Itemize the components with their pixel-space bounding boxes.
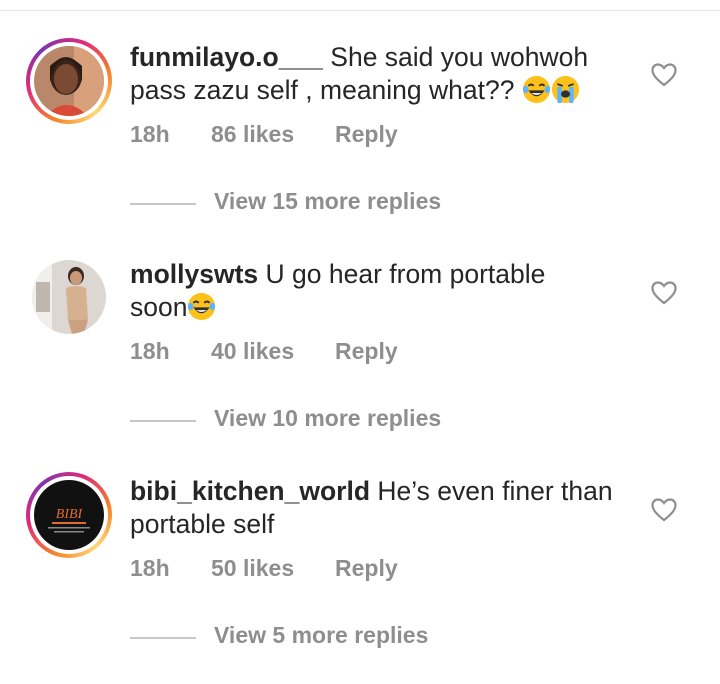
view-replies[interactable]: View 15 more replies [130,188,550,218]
comment-username[interactable]: mollyswts [130,259,258,289]
avatar-story-ring[interactable]: BIBI [26,472,112,558]
comment-body-line2: portable self [130,509,275,539]
avatar-story-ring[interactable] [26,38,112,124]
comment-body-line1: She said you wohwoh [330,42,589,72]
comment-body-line1: U go hear from portable [265,259,546,289]
replies-divider-line [130,420,196,422]
comment-text: mollyswts U go hear from portable soon [130,258,630,324]
comment-text: funmilayo.o___ She said you wohwoh pass … [130,41,630,107]
likes-count[interactable]: 50 likes [211,555,294,582]
view-more-replies-button[interactable]: View 15 more replies [214,188,441,215]
comment-body-line2: soon [130,292,188,322]
comment-username[interactable]: bibi_kitchen_world [130,476,370,506]
replies-divider-line [130,203,196,205]
crying-emoji-icon [551,75,579,104]
top-divider [0,10,720,11]
comment-text: bibi_kitchen_world He’s even finer than … [130,475,630,541]
replies-divider-line [130,637,196,639]
like-heart-icon[interactable] [651,281,677,305]
avatar[interactable] [32,260,106,334]
like-heart-icon[interactable] [651,498,677,522]
reply-button[interactable]: Reply [335,338,398,365]
comment-username[interactable]: funmilayo.o___ [130,42,323,72]
avatar-logo-text: BIBI [56,507,84,522]
reply-button[interactable]: Reply [335,121,398,148]
laughing-emoji-icon [188,292,216,321]
comment-timestamp: 18h [130,121,170,147]
view-more-replies-button[interactable]: View 10 more replies [214,405,441,432]
avatar[interactable]: BIBI [34,480,104,550]
comment-body-line2: pass zazu self , meaning what?? [130,75,522,105]
avatar[interactable] [34,46,104,116]
view-replies[interactable]: View 10 more replies [130,405,550,435]
reply-button[interactable]: Reply [335,555,398,582]
comment-body-line1: He’s even finer than [377,476,613,506]
view-more-replies-button[interactable]: View 5 more replies [214,622,428,649]
comment-timestamp: 18h [130,555,170,581]
laughing-emoji-icon [522,75,550,104]
likes-count[interactable]: 86 likes [211,121,294,148]
view-replies[interactable]: View 5 more replies [130,622,550,652]
comment-timestamp: 18h [130,338,170,364]
like-heart-icon[interactable] [651,63,677,87]
avatar-container[interactable] [32,260,106,334]
likes-count[interactable]: 40 likes [211,338,294,365]
